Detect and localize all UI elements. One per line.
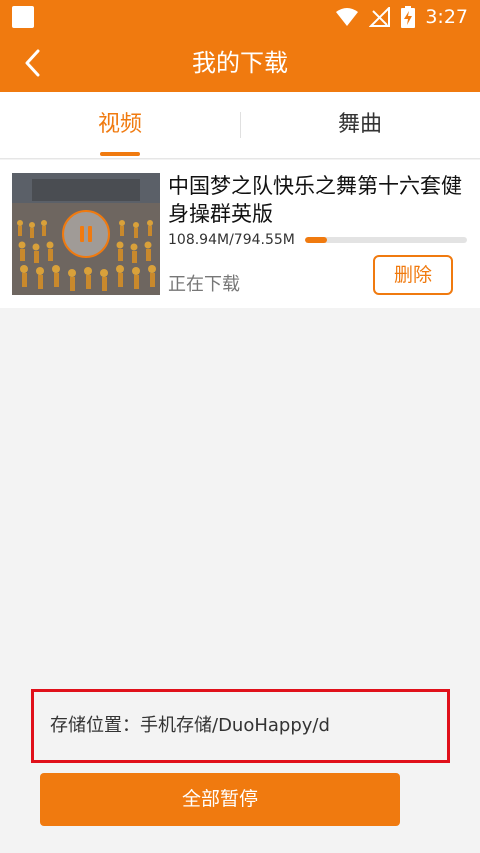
wifi-icon <box>336 8 359 26</box>
tab-video[interactable]: 视频 <box>0 92 240 158</box>
no-signal-icon <box>369 7 391 27</box>
video-thumbnail[interactable] <box>12 173 160 295</box>
video-title: 中国梦之队快乐之舞第十六套健身操群英版 <box>168 174 462 226</box>
active-tab-indicator <box>100 152 140 156</box>
tab-dance-music[interactable]: 舞曲 <box>240 92 480 158</box>
download-progress-fill <box>305 237 328 243</box>
status-time: 3:27 <box>425 6 468 28</box>
storage-location-box: 存储位置：手机存储/DuoHappy/d <box>31 689 450 763</box>
tab-bar: 视频 舞曲 <box>0 92 480 159</box>
pause-icon <box>80 226 92 242</box>
app-bar: 我的下载 <box>0 34 480 92</box>
pause-all-button[interactable]: 全部暂停 <box>40 773 400 826</box>
notification-square-icon <box>12 6 34 28</box>
pause-button[interactable] <box>62 210 110 258</box>
storage-location-text[interactable]: 存储位置：手机存储/DuoHappy/d <box>50 692 440 760</box>
download-item[interactable]: 中国梦之队快乐之舞第十六套健身操群英版 108.94M/794.55M 正在下载… <box>0 160 480 308</box>
status-icons: 3:27 <box>335 0 468 34</box>
download-status: 正在下载 <box>168 274 240 295</box>
delete-button[interactable]: 删除 <box>373 255 453 295</box>
download-size: 108.94M/794.55M <box>168 232 295 248</box>
battery-charging-icon <box>401 6 416 28</box>
status-bar: 3:27 <box>0 0 480 34</box>
page-title: 我的下载 <box>192 49 288 77</box>
download-progress-bar <box>305 237 467 243</box>
